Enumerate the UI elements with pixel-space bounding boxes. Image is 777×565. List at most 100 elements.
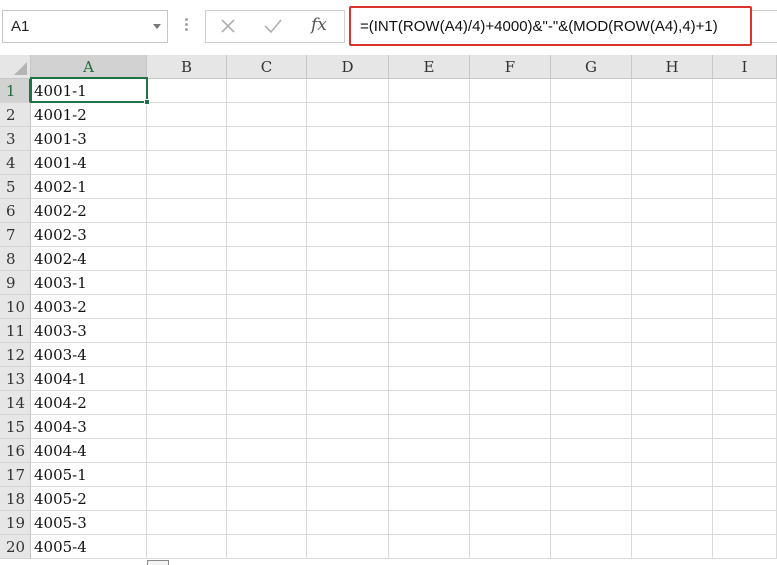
column-header-i[interactable]: I <box>713 55 777 79</box>
cell-g5[interactable] <box>551 175 632 199</box>
cell-d16[interactable] <box>307 439 389 463</box>
cell-d17[interactable] <box>307 463 389 487</box>
cell-c15[interactable] <box>227 415 307 439</box>
cell-e4[interactable] <box>389 151 470 175</box>
cell-e7[interactable] <box>389 223 470 247</box>
cell-a11[interactable]: 4003-3 <box>31 319 147 343</box>
cell-b7[interactable] <box>147 223 227 247</box>
cell-h7[interactable] <box>632 223 713 247</box>
cell-b18[interactable] <box>147 487 227 511</box>
cell-h19[interactable] <box>632 511 713 535</box>
cell-a3[interactable]: 4001-3 <box>31 127 147 151</box>
cell-c3[interactable] <box>227 127 307 151</box>
cell-a9[interactable]: 4003-1 <box>31 271 147 295</box>
cell-c6[interactable] <box>227 199 307 223</box>
cell-b12[interactable] <box>147 343 227 367</box>
cell-e16[interactable] <box>389 439 470 463</box>
cell-e10[interactable] <box>389 295 470 319</box>
cell-f5[interactable] <box>470 175 551 199</box>
cell-f11[interactable] <box>470 319 551 343</box>
row-header-10[interactable]: 10 <box>0 295 31 319</box>
cell-e19[interactable] <box>389 511 470 535</box>
row-header-2[interactable]: 2 <box>0 103 31 127</box>
cell-g14[interactable] <box>551 391 632 415</box>
cell-f14[interactable] <box>470 391 551 415</box>
column-header-a[interactable]: A <box>31 55 147 79</box>
cell-a4[interactable]: 4001-4 <box>31 151 147 175</box>
cell-e15[interactable] <box>389 415 470 439</box>
cell-f6[interactable] <box>470 199 551 223</box>
cell-b17[interactable] <box>147 463 227 487</box>
cell-d11[interactable] <box>307 319 389 343</box>
cell-b6[interactable] <box>147 199 227 223</box>
cell-i15[interactable] <box>713 415 777 439</box>
column-header-b[interactable]: B <box>147 55 227 79</box>
cell-g16[interactable] <box>551 439 632 463</box>
row-header-1[interactable]: 1 <box>0 79 31 103</box>
row-header-9[interactable]: 9 <box>0 271 31 295</box>
row-header-8[interactable]: 8 <box>0 247 31 271</box>
cell-g2[interactable] <box>551 103 632 127</box>
row-header-7[interactable]: 7 <box>0 223 31 247</box>
cell-f1[interactable] <box>470 79 551 103</box>
cell-b5[interactable] <box>147 175 227 199</box>
cell-f2[interactable] <box>470 103 551 127</box>
cell-e14[interactable] <box>389 391 470 415</box>
cell-b8[interactable] <box>147 247 227 271</box>
cell-e13[interactable] <box>389 367 470 391</box>
row-header-19[interactable]: 19 <box>0 511 31 535</box>
cell-c9[interactable] <box>227 271 307 295</box>
cell-f13[interactable] <box>470 367 551 391</box>
cell-g18[interactable] <box>551 487 632 511</box>
cell-e5[interactable] <box>389 175 470 199</box>
cell-a7[interactable]: 4002-3 <box>31 223 147 247</box>
cell-c20[interactable] <box>227 535 307 559</box>
cell-h2[interactable] <box>632 103 713 127</box>
cell-c18[interactable] <box>227 487 307 511</box>
cell-g7[interactable] <box>551 223 632 247</box>
cell-c10[interactable] <box>227 295 307 319</box>
cell-d5[interactable] <box>307 175 389 199</box>
checkmark-icon[interactable] <box>263 17 283 35</box>
cell-f9[interactable] <box>470 271 551 295</box>
cell-i3[interactable] <box>713 127 777 151</box>
cell-a13[interactable]: 4004-1 <box>31 367 147 391</box>
cell-c16[interactable] <box>227 439 307 463</box>
cell-b9[interactable] <box>147 271 227 295</box>
cell-b2[interactable] <box>147 103 227 127</box>
cell-h9[interactable] <box>632 271 713 295</box>
column-header-d[interactable]: D <box>307 55 389 79</box>
cell-f10[interactable] <box>470 295 551 319</box>
row-header-16[interactable]: 16 <box>0 439 31 463</box>
cell-c11[interactable] <box>227 319 307 343</box>
cell-g6[interactable] <box>551 199 632 223</box>
cell-c8[interactable] <box>227 247 307 271</box>
cell-i16[interactable] <box>713 439 777 463</box>
cell-b13[interactable] <box>147 367 227 391</box>
cell-d9[interactable] <box>307 271 389 295</box>
cell-i17[interactable] <box>713 463 777 487</box>
cell-a18[interactable]: 4005-2 <box>31 487 147 511</box>
cell-d12[interactable] <box>307 343 389 367</box>
cell-h14[interactable] <box>632 391 713 415</box>
cell-f18[interactable] <box>470 487 551 511</box>
cell-b14[interactable] <box>147 391 227 415</box>
cell-b20[interactable] <box>147 535 227 559</box>
cell-i6[interactable] <box>713 199 777 223</box>
cell-a10[interactable]: 4003-2 <box>31 295 147 319</box>
cell-d6[interactable] <box>307 199 389 223</box>
cell-i9[interactable] <box>713 271 777 295</box>
cell-d14[interactable] <box>307 391 389 415</box>
cell-e18[interactable] <box>389 487 470 511</box>
cell-g4[interactable] <box>551 151 632 175</box>
row-header-4[interactable]: 4 <box>0 151 31 175</box>
cell-c19[interactable] <box>227 511 307 535</box>
cell-a14[interactable]: 4004-2 <box>31 391 147 415</box>
cell-a2[interactable]: 4001-2 <box>31 103 147 127</box>
row-header-18[interactable]: 18 <box>0 487 31 511</box>
cell-b15[interactable] <box>147 415 227 439</box>
cell-i20[interactable] <box>713 535 777 559</box>
column-header-h[interactable]: H <box>632 55 713 79</box>
cell-a16[interactable]: 4004-4 <box>31 439 147 463</box>
cell-a15[interactable]: 4004-3 <box>31 415 147 439</box>
